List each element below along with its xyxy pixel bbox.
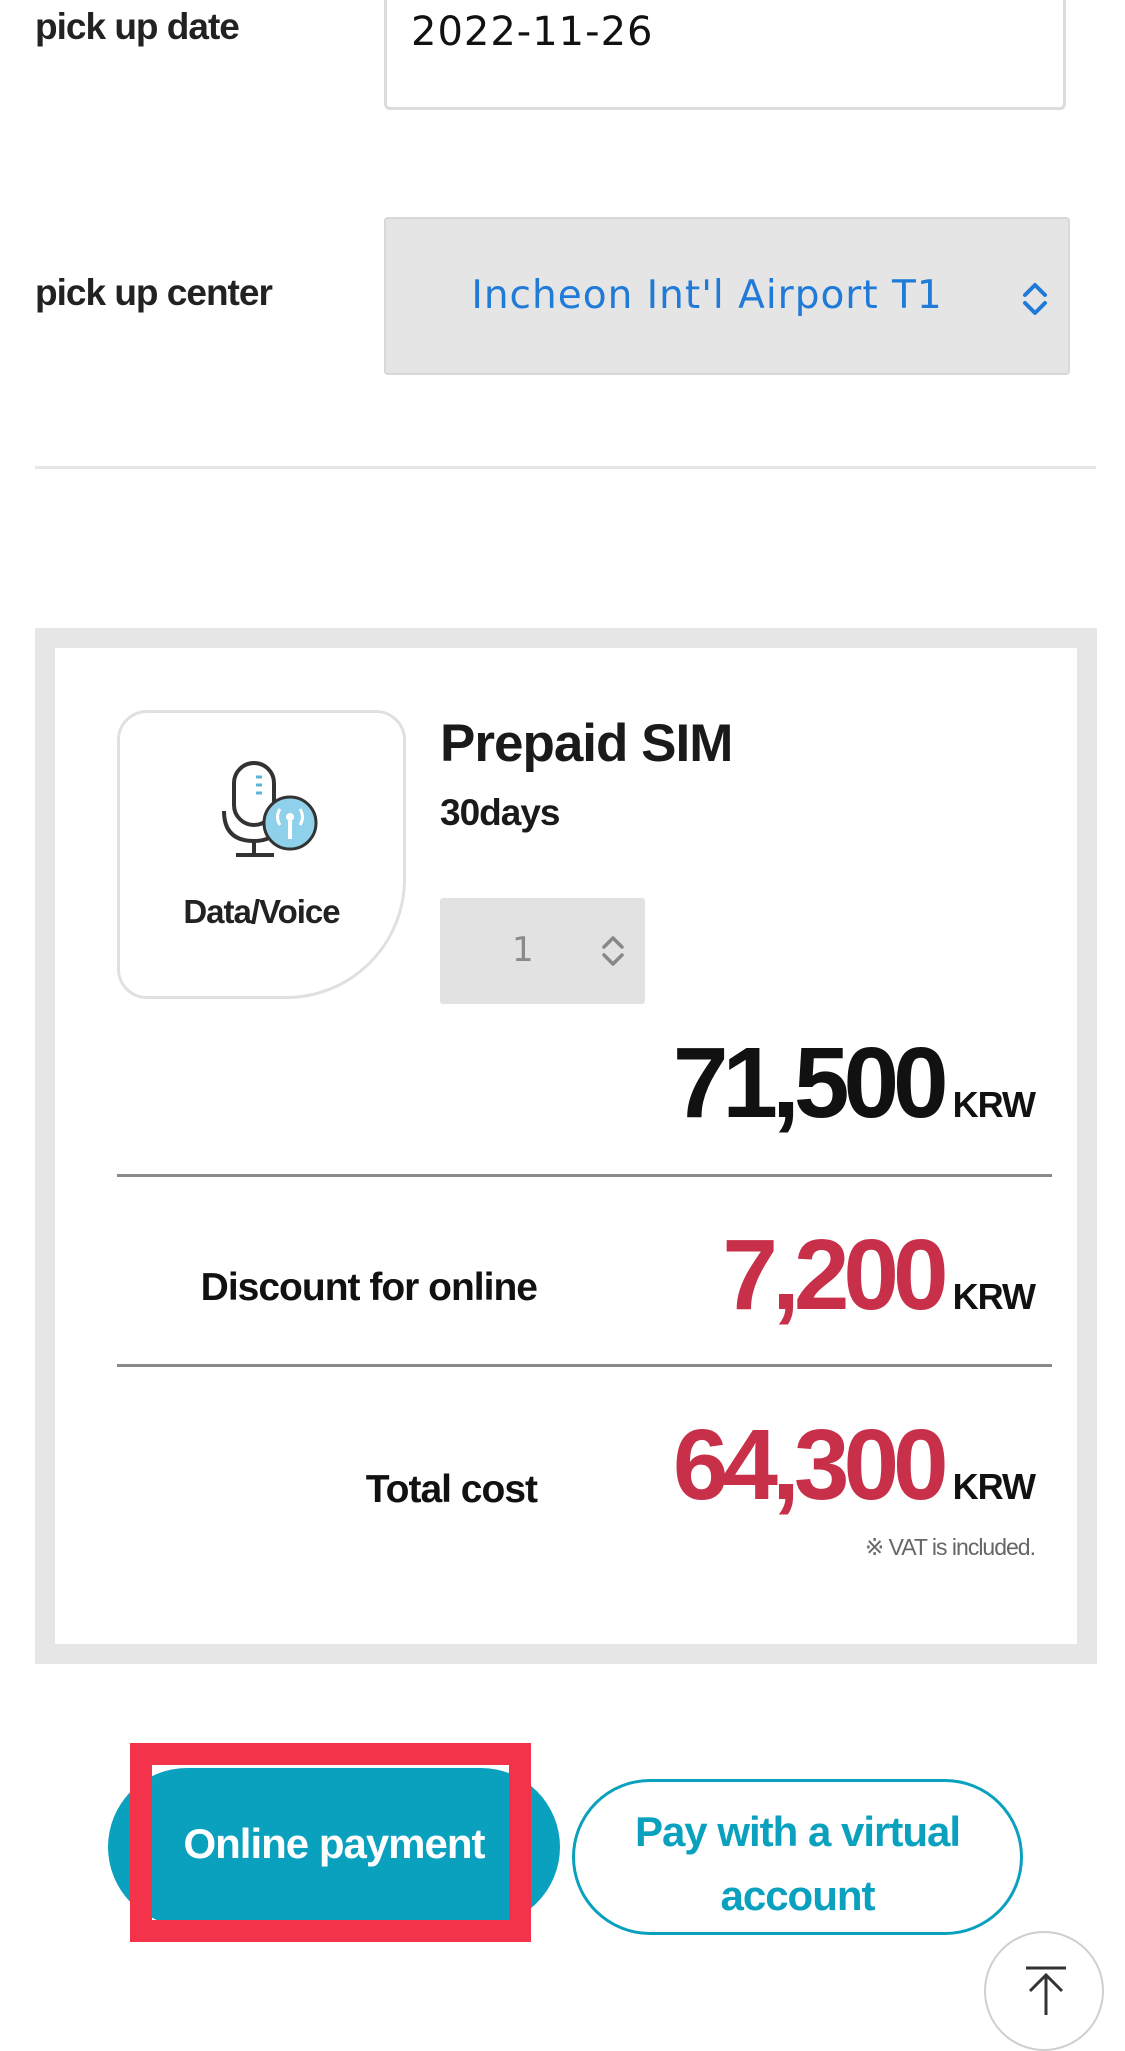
discount-label: Discount for online <box>200 1266 538 1309</box>
virtual-account-button[interactable]: Pay with a virtual account <box>572 1779 1023 1935</box>
pickup-center-label: pick up center <box>35 272 273 313</box>
total-price: 64,300 KRW <box>672 1408 1036 1523</box>
quantity-updown-icon <box>602 936 624 966</box>
microphone-signal-icon <box>222 761 318 857</box>
base-price: 71,500 KRW <box>672 1026 1036 1141</box>
total-unit: KRW <box>952 1466 1036 1507</box>
pickup-date-label: pick up date <box>35 6 240 47</box>
total-label: Total cost <box>365 1468 538 1511</box>
product-category-tile: Data/Voice <box>117 710 406 999</box>
quantity-value: 1 <box>512 930 534 970</box>
discount-unit: KRW <box>952 1276 1036 1317</box>
product-category-label: Data/Voice <box>183 893 340 930</box>
base-price-unit: KRW <box>952 1084 1036 1125</box>
base-price-amount: 71,500 <box>672 1027 949 1139</box>
pickup-center-value: Incheon Int'l Airport T1 <box>471 273 943 318</box>
virtual-account-label: Pay with a virtual account <box>634 1808 961 1919</box>
quantity-select[interactable]: 1 <box>440 898 645 1004</box>
product-name: Prepaid SIM <box>440 714 733 773</box>
discount-amount: 7,200 <box>722 1219 948 1331</box>
price-divider <box>117 1174 1052 1177</box>
section-divider <box>35 466 1096 469</box>
pickup-date-input[interactable]: 2022-11-26 <box>384 0 1066 110</box>
vat-note: ※ VAT is included. <box>864 1534 1036 1560</box>
order-summary-frame: Data/Voice Prepaid SIM 30days 1 71,500 KR… <box>35 628 1097 1664</box>
pickup-date-value: 2022-11-26 <box>411 9 654 55</box>
order-summary-card: Data/Voice Prepaid SIM 30days 1 71,500 KR… <box>55 648 1077 1644</box>
highlight-box <box>130 1743 531 1942</box>
total-amount: 64,300 <box>672 1409 949 1521</box>
pickup-center-select[interactable]: Incheon Int'l Airport T1 <box>384 217 1070 375</box>
discount-price: 7,200 KRW <box>722 1218 1036 1333</box>
price-divider <box>117 1364 1052 1367</box>
scroll-to-top-button[interactable] <box>984 1931 1104 2051</box>
product-duration: 30days <box>440 792 560 833</box>
select-updown-icon <box>1023 283 1047 315</box>
arrow-up-to-top-icon <box>1026 1966 1066 2015</box>
